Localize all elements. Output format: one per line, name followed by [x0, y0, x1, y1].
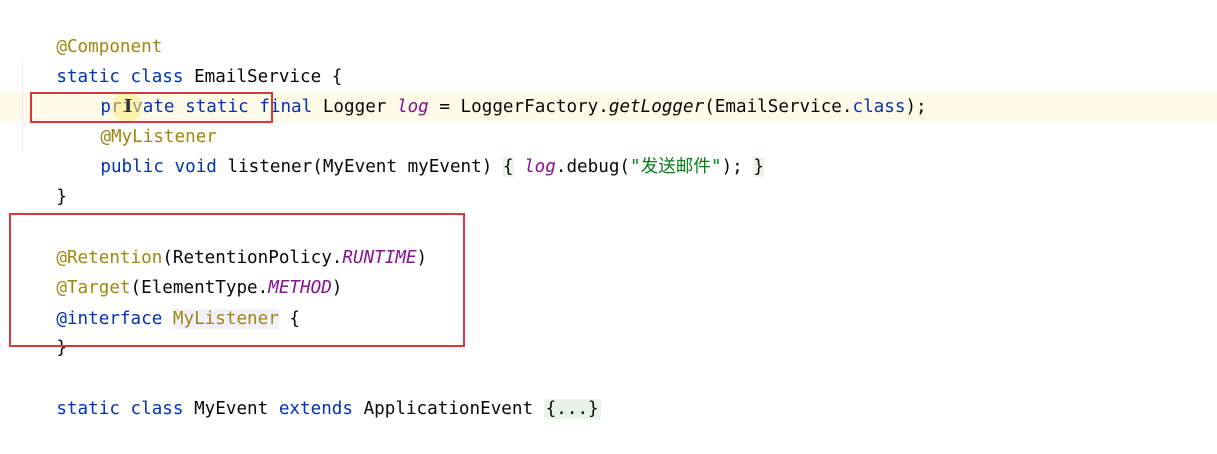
debug-call: .debug(	[555, 157, 631, 177]
keyword-static: static	[56, 399, 120, 419]
code-line-5[interactable]: public void listener(MyEvent myEvent) { …	[14, 122, 764, 177]
keyword-void: void	[174, 157, 217, 177]
keyword-class: class	[130, 399, 184, 419]
code-line-13[interactable]: static class MyEvent extends Application…	[14, 364, 601, 419]
method-signature: listener(MyEvent myEvent)	[227, 157, 503, 177]
field-log: log	[524, 157, 556, 177]
code-line-1[interactable]: @Component	[14, 2, 162, 57]
string-literal: "发送邮件"	[630, 157, 722, 177]
folded-code-block[interactable]: {...}	[543, 399, 601, 419]
keyword-class: class	[852, 97, 906, 117]
call-close: );	[721, 157, 754, 177]
class-name-myevent: MyEvent	[194, 399, 269, 419]
folded-open-brace[interactable]: {	[502, 157, 514, 177]
highlight-box-annotation-definition	[9, 213, 465, 347]
base-class: ApplicationEvent	[363, 399, 534, 419]
assignment: = LoggerFactory.	[428, 97, 609, 117]
type-logger: Logger	[322, 97, 387, 117]
code-line-3[interactable]: private static final Logger log = Logger…	[14, 62, 926, 117]
field-log: log	[397, 97, 429, 117]
method-getlogger: getLogger	[608, 97, 705, 117]
argument: (EmailService.	[704, 97, 853, 117]
code-line-6[interactable]: }	[14, 152, 67, 207]
keyword-extends: extends	[278, 399, 353, 419]
highlight-box-annotation-usage	[30, 92, 273, 123]
statement-end: );	[905, 97, 927, 117]
code-line-2[interactable]: static class EmailService {	[14, 32, 342, 87]
keyword-public: public	[100, 157, 164, 177]
close-brace: }	[56, 187, 67, 207]
folded-close-brace[interactable]: }	[753, 157, 764, 177]
code-editor[interactable]: @Component static class EmailService { p…	[0, 0, 1217, 419]
